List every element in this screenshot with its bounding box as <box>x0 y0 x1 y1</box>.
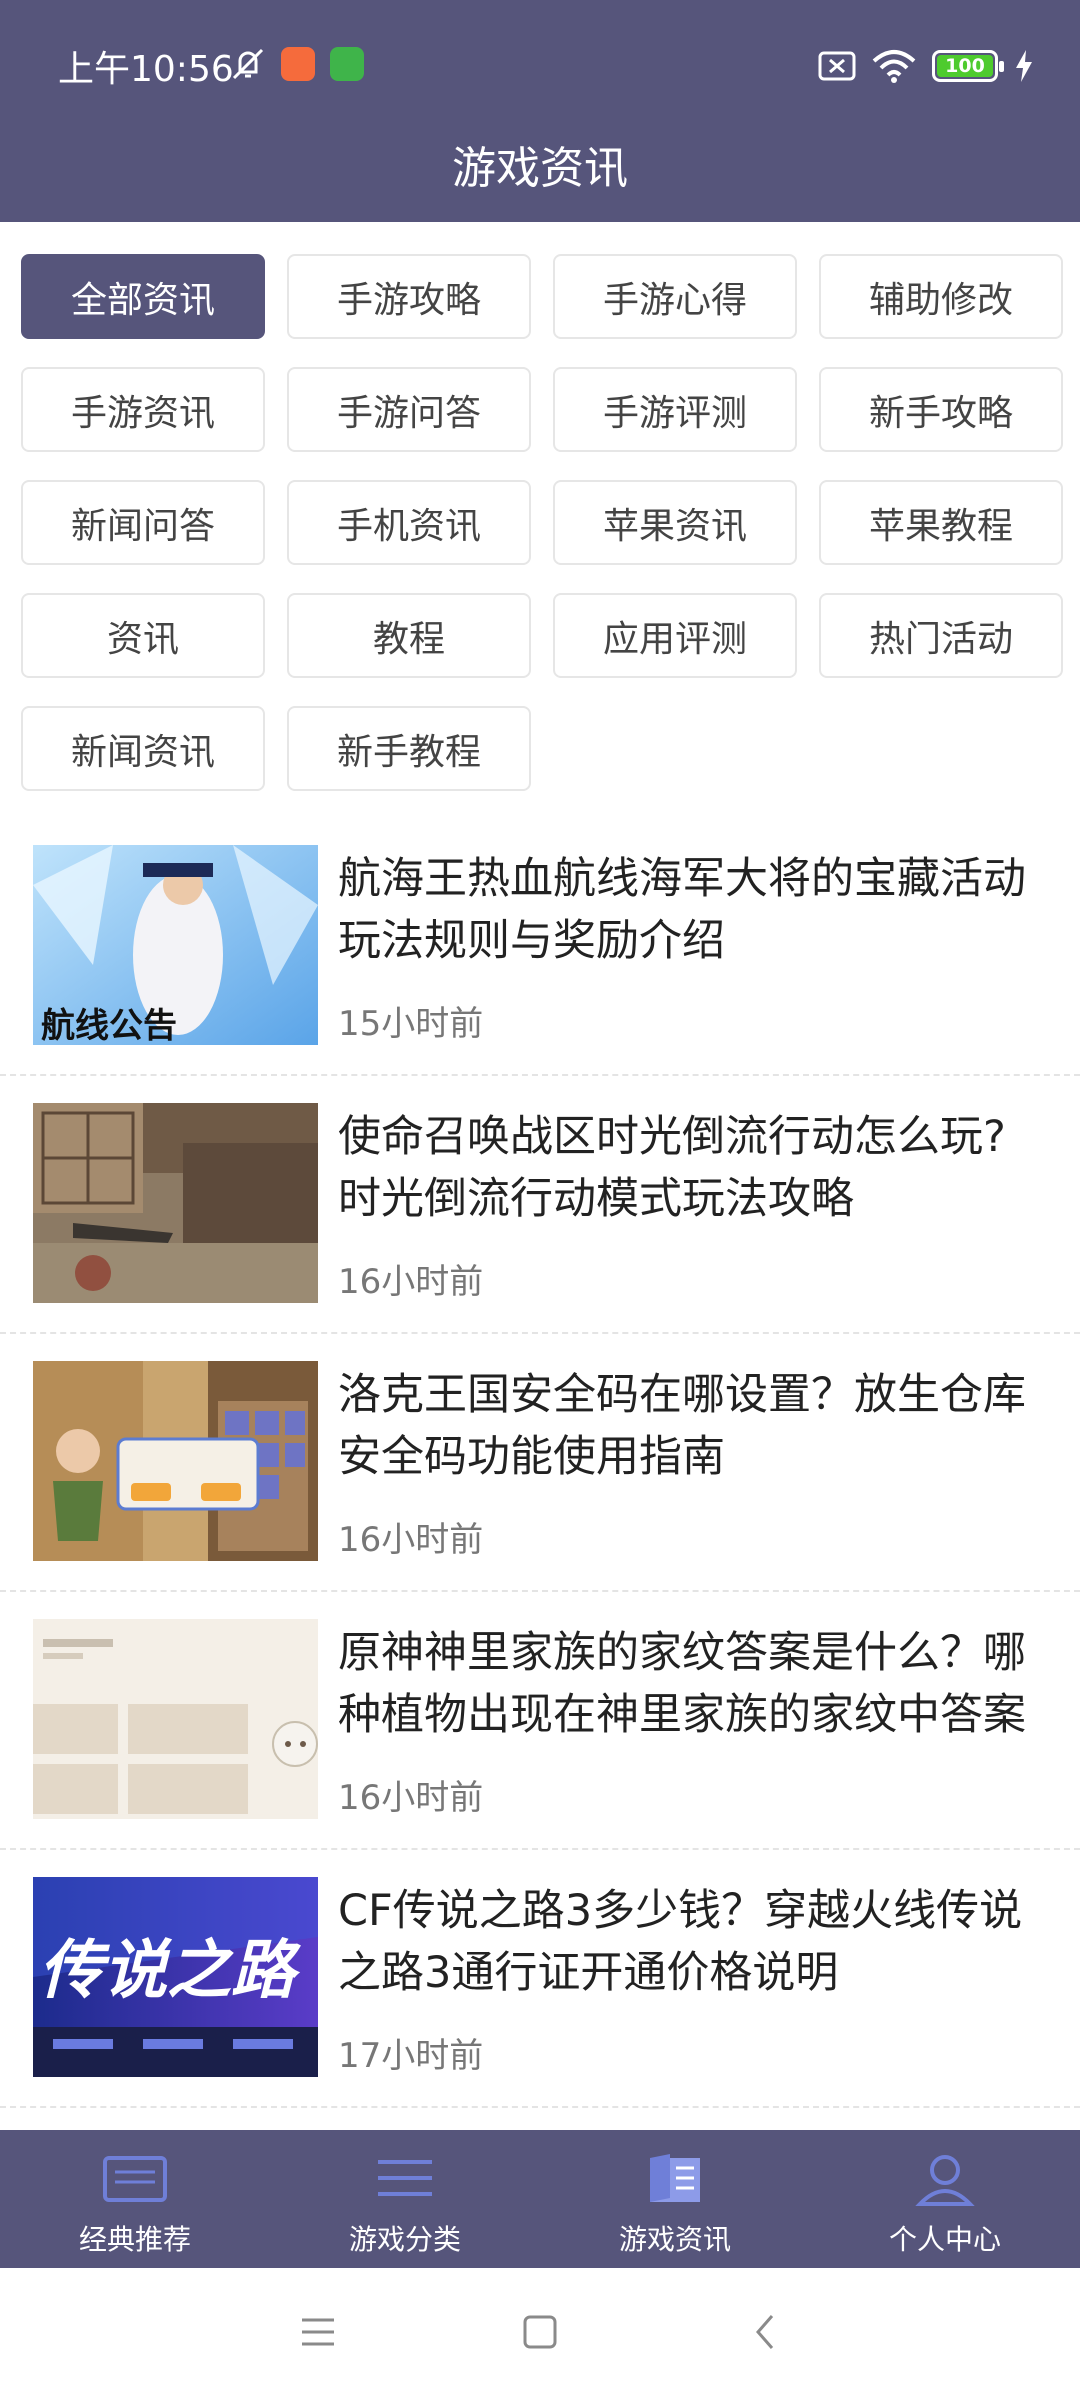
category-tag[interactable]: 新手攻略 <box>819 367 1063 452</box>
status-time: 上午10:56 <box>58 49 234 90</box>
category-tag[interactable]: 手游资讯 <box>21 367 265 452</box>
category-tag[interactable]: 苹果资讯 <box>553 480 797 565</box>
category-tag[interactable]: 资讯 <box>21 593 265 678</box>
system-nav-bar <box>0 2268 1080 2400</box>
news-item[interactable]: 原神神里家族的家纹答案是什么？哪种植物出现在神里家族的家纹中答案 16小时前 <box>0 1592 1080 1850</box>
news-title: CF传说之路3多少钱？穿越火线传说之路3通行证开通价格说明 <box>338 1886 1023 1998</box>
category-tag[interactable]: 新闻资讯 <box>21 706 265 791</box>
menu-icon[interactable] <box>300 2314 336 2350</box>
news-thumbnail <box>33 1103 318 1303</box>
tab-label: 游戏资讯 <box>618 2223 731 2256</box>
tab-label: 个人中心 <box>888 2223 1001 2256</box>
back-icon[interactable] <box>748 2314 784 2350</box>
category-tag[interactable]: 热门活动 <box>819 593 1063 678</box>
category-tag[interactable]: 手游问答 <box>287 367 531 452</box>
category-tag[interactable]: 辅助修改 <box>819 254 1063 339</box>
android-icon <box>330 47 364 81</box>
category-tag[interactable]: 手游心得 <box>553 254 797 339</box>
news-item[interactable]: 航线公告 航海王热血航线海军大将的宝藏活动玩法规则与奖励介绍 15小时前 <box>0 818 1080 1076</box>
news-time: 16小时前 <box>338 1262 484 1302</box>
category-tag[interactable]: 新手教程 <box>287 706 531 791</box>
app-notification-icon <box>281 47 315 81</box>
status-right-group: 100 <box>818 46 1034 86</box>
news-item[interactable]: 传说之路 CF传说之路3多少钱？穿越火线传说之路3通行证开通价格说明 17小时前 <box>0 1850 1080 2108</box>
news-item[interactable]: 使命召唤战区时光倒流行动怎么玩?时光倒流行动模式玩法攻略 16小时前 <box>0 1076 1080 1334</box>
monitor-icon <box>103 2156 167 2202</box>
news-time: 15小时前 <box>338 1004 484 1044</box>
sim-off-icon <box>818 51 856 81</box>
news-title: 航海王热血航线海军大将的宝藏活动玩法规则与奖励介绍 <box>338 854 1026 966</box>
battery-icon: 100 <box>932 50 1004 82</box>
person-icon <box>915 2155 975 2206</box>
home-icon[interactable] <box>522 2314 558 2350</box>
news-thumbnail <box>33 1361 318 1561</box>
category-tag[interactable]: 新闻问答 <box>21 480 265 565</box>
category-tag[interactable]: 教程 <box>287 593 531 678</box>
category-tag[interactable]: 手游评测 <box>553 367 797 452</box>
news-thumbnail: 传说之路 <box>33 1877 318 2077</box>
top-bar: 上午10:56 100 游戏资讯 <box>0 0 1080 222</box>
category-tag[interactable]: 应用评测 <box>553 593 797 678</box>
thumbnail-caption: 传说之路 <box>39 1933 301 2008</box>
battery-level: 100 <box>937 55 993 77</box>
category-grid: 全部资讯 手游攻略 手游心得 辅助修改手游资讯 手游问答 手游评测 新手攻略新闻问答 手机资讯… <box>21 254 1063 791</box>
category-tag[interactable]: 手游攻略 <box>287 254 531 339</box>
news-time: 16小时前 <box>338 1778 484 1818</box>
charging-icon <box>1016 50 1032 82</box>
tab-label: 经典推荐 <box>78 2223 191 2256</box>
status-bar: 上午10:56 100 <box>0 0 1080 132</box>
page-title: 游戏资讯 <box>452 143 628 194</box>
category-tag[interactable]: 手机资讯 <box>287 480 531 565</box>
news-thumbnail <box>33 1619 318 1819</box>
news-time: 17小时前 <box>338 2036 484 2076</box>
list-icon <box>378 2160 432 2196</box>
category-tag[interactable]: 苹果教程 <box>819 480 1063 565</box>
category-tag[interactable]: 全部资讯 <box>21 254 265 339</box>
tab-game-category[interactable]: 游戏分类 <box>270 2130 540 2268</box>
news-title: 洛克王国安全码在哪设置？放生仓库安全码功能使用指南 <box>338 1370 1026 1482</box>
news-thumbnail: 航线公告 <box>33 845 318 1045</box>
wifi-icon <box>872 50 916 83</box>
tab-game-news[interactable]: 游戏资讯 <box>540 2130 810 2268</box>
news-time: 16小时前 <box>338 1520 484 1560</box>
news-title: 使命召唤战区时光倒流行动怎么玩?时光倒流行动模式玩法攻略 <box>338 1112 1006 1224</box>
mute-icon <box>232 48 264 80</box>
news-title: 原神神里家族的家纹答案是什么？哪种植物出现在神里家族的家纹中答案 <box>338 1628 1026 1740</box>
news-list: 航线公告 航海王热血航线海军大将的宝藏活动玩法规则与奖励介绍 15小时前 使命召… <box>0 818 1080 2108</box>
book-icon <box>650 2154 700 2202</box>
tab-personal-center[interactable]: 个人中心 <box>810 2130 1080 2268</box>
tab-classic-recommend[interactable]: 经典推荐 <box>0 2130 270 2268</box>
news-item[interactable]: 洛克王国安全码在哪设置？放生仓库安全码功能使用指南 16小时前 <box>0 1334 1080 1592</box>
tab-label: 游戏分类 <box>348 2223 461 2256</box>
thumbnail-caption: 航线公告 <box>41 1006 177 1045</box>
bottom-tab-bar: 经典推荐 游戏分类 游戏资讯 个人中心 <box>0 2130 1080 2268</box>
